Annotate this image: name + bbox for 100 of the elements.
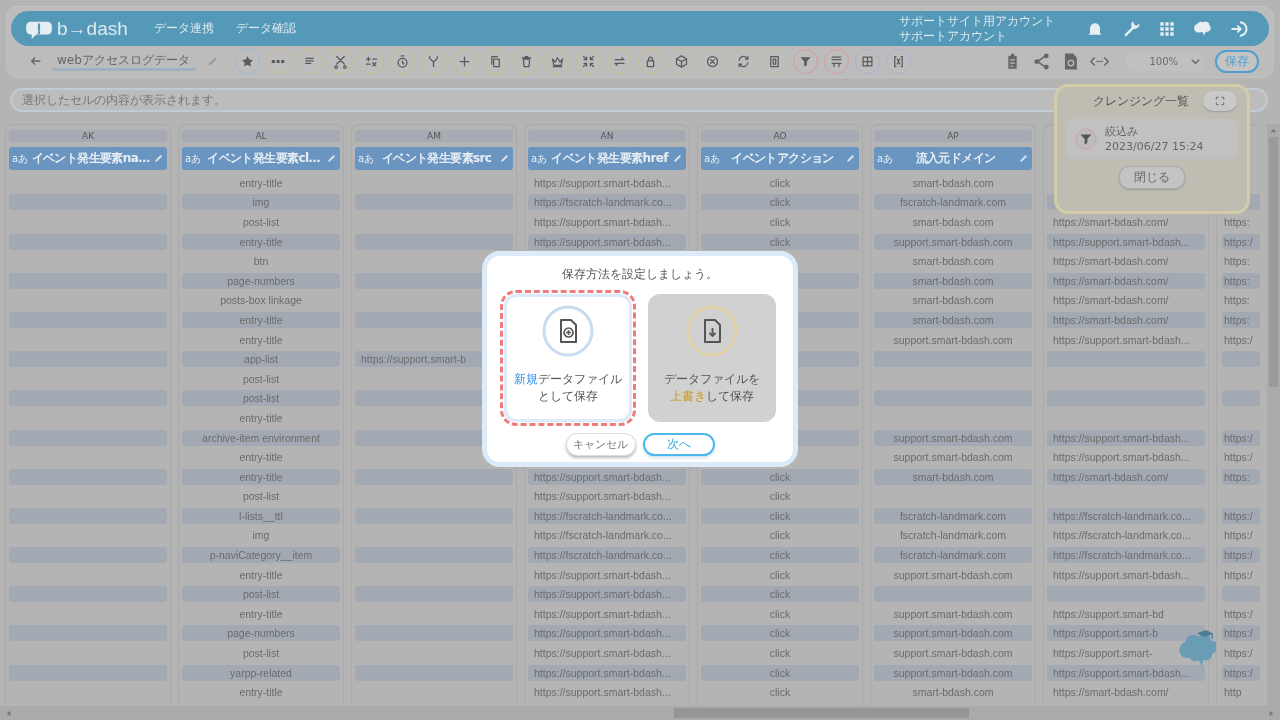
dataset-title[interactable]: webアクセスログデータ [51,51,196,71]
scroll-right-icon[interactable] [1267,708,1276,718]
table-cell[interactable]: btn [247,253,275,270]
table-cell[interactable]: smart-bdash.com [906,684,1000,701]
table-cell[interactable] [355,233,513,250]
plus-button[interactable] [451,48,477,74]
swap-button[interactable] [606,48,632,74]
table-cell[interactable]: smart-bdash.com [874,311,1032,328]
table-cell[interactable]: smart-bdash.com [874,272,1032,289]
table-cell[interactable]: https:/ [1222,566,1255,583]
collapse-button[interactable] [575,48,601,74]
table-cell[interactable]: https://support.smart-bdash... [528,214,677,230]
table-cell[interactable]: https://smart-bdash.com/ [1047,468,1205,485]
table-cell[interactable]: https://support.smart-bdash... [1047,566,1196,583]
share-icon[interactable] [1032,51,1051,71]
table-cell[interactable]: https://support.smart-bdash... [528,468,686,485]
pivot-button[interactable] [823,48,849,74]
pencil-icon[interactable] [499,153,510,164]
fork-button[interactable] [420,48,446,74]
table-cell[interactable]: app-list [182,351,340,368]
table-cell[interactable] [355,468,513,485]
table-cell[interactable]: https://smart-bdash.com/ [1047,253,1175,270]
table-cell[interactable]: smart-bdash.com [906,214,1000,230]
bracket-button[interactable] [885,48,911,74]
table-cell[interactable]: click [701,547,859,564]
table-cell[interactable]: https://support.smart-bdash... [1047,429,1205,446]
table-cell[interactable]: https://fscratch-landmark.co... [1047,547,1205,564]
table-cell[interactable]: https:/ [1222,429,1260,446]
pencil-icon[interactable] [845,153,856,164]
table-cell[interactable]: fscratch-landmark.com [874,507,1032,524]
crown-button[interactable] [544,48,570,74]
table-cell[interactable]: https://support.smart-bdash... [528,625,686,642]
table-cell[interactable]: https:/ [1222,331,1255,348]
table-cell[interactable]: entry-title [233,331,289,348]
column-header[interactable]: aあ イベント発生要素src [355,147,513,170]
table-cell[interactable]: click [701,507,859,524]
table-cell[interactable]: https://support.smart-bdash... [528,605,677,622]
table-cell[interactable]: img [182,194,340,211]
table-cell[interactable]: https://fscratch-landmark.co... [528,194,686,211]
scroll-left-icon[interactable] [4,708,13,718]
table-cell[interactable]: post-list [182,390,340,407]
save-button[interactable]: 保存 [1215,49,1259,73]
table-cell[interactable]: entry-title [182,233,340,250]
column-letter[interactable]: AM [355,130,513,142]
table-button[interactable] [854,48,880,74]
math-button[interactable] [358,48,384,74]
column-letter[interactable]: AO [701,130,859,142]
table-cell[interactable]: https://smart-bdash.com/ [1047,311,1205,328]
table-cell[interactable]: https://fscratch-landmark.co... [1047,507,1205,524]
table-cell[interactable]: https://fscratch-landmark.co... [528,507,686,524]
table-cell[interactable]: https:/ [1222,625,1260,642]
pencil-icon[interactable] [153,153,164,164]
column-letter[interactable]: AN [528,130,686,142]
table-cell[interactable]: https:/ [1222,527,1255,544]
table-cell[interactable]: https://fscratch-landmark.co... [528,527,678,544]
vertical-scrollbar[interactable] [1267,124,1280,706]
lines-button[interactable] [296,48,322,74]
table-cell[interactable]: https://support.smart-bdash... [528,174,677,191]
table-cell[interactable]: entry-title [182,468,340,485]
table-cell[interactable]: support.smart-bdash.com [887,605,1019,622]
table-cell[interactable]: smart-bdash.com [906,253,1000,270]
column-letter[interactable]: AK [9,130,167,142]
table-cell[interactable]: https://support.smart-bdash... [528,566,677,583]
table-cell[interactable]: https://support.smart-bd [1047,605,1170,622]
table-cell[interactable]: p-naviCategory__item [182,547,340,564]
table-cell[interactable]: page-numbers [182,625,340,642]
table-cell[interactable]: post-list [236,488,286,505]
table-cell[interactable]: click [763,605,797,622]
table-cell[interactable]: support.smart-bdash.com [887,449,1019,466]
table-cell[interactable]: entry-title [182,311,340,328]
close-button[interactable]: 閉じる [1119,166,1185,189]
table-cell[interactable]: https://fscratch-landmark.co... [528,547,686,564]
table-cell[interactable]: https://support.smart-b [1047,625,1205,642]
scissors-button[interactable] [327,48,353,74]
table-cell[interactable]: click [701,194,859,211]
more-button[interactable] [265,48,291,74]
table-cell[interactable]: click [763,645,797,662]
cube-button[interactable] [668,48,694,74]
table-cell[interactable]: img [246,527,276,544]
table-cell[interactable]: post-list [236,370,286,387]
table-cell[interactable]: https:/ [1222,449,1255,466]
table-cell[interactable]: https://support.smart-bdash... [528,233,686,250]
table-cell[interactable]: page-numbers [182,272,340,289]
column-header[interactable]: aあ イベント発生要素na… [9,147,167,170]
table-cell[interactable]: https://support.smart-bdash... [528,664,686,681]
table-cell[interactable]: posts-box linkage [214,292,308,309]
table-cell[interactable]: https: [1222,292,1252,309]
nav-link[interactable]: データ確認 [235,20,296,37]
table-cell[interactable]: support.smart-bdash.com [874,429,1032,446]
table-cell[interactable]: https://smart-bdash.com/ [1047,292,1175,309]
table-cell[interactable]: l-lists__ttl [182,507,340,524]
table-cell[interactable]: https://support.smart-bdash... [528,586,686,603]
column-letter[interactable]: AP [874,130,1032,142]
table-cell[interactable]: https: [1222,214,1252,230]
table-cell[interactable]: support.smart-bdash.com [887,566,1019,583]
table-cell[interactable]: https: [1222,272,1260,289]
table-cell[interactable]: support.smart-bdash.com [874,625,1032,642]
table-cell[interactable]: https:/ [1222,605,1255,622]
column-letter[interactable]: AL [182,130,340,142]
table-cell[interactable]: https:/ [1222,547,1260,564]
